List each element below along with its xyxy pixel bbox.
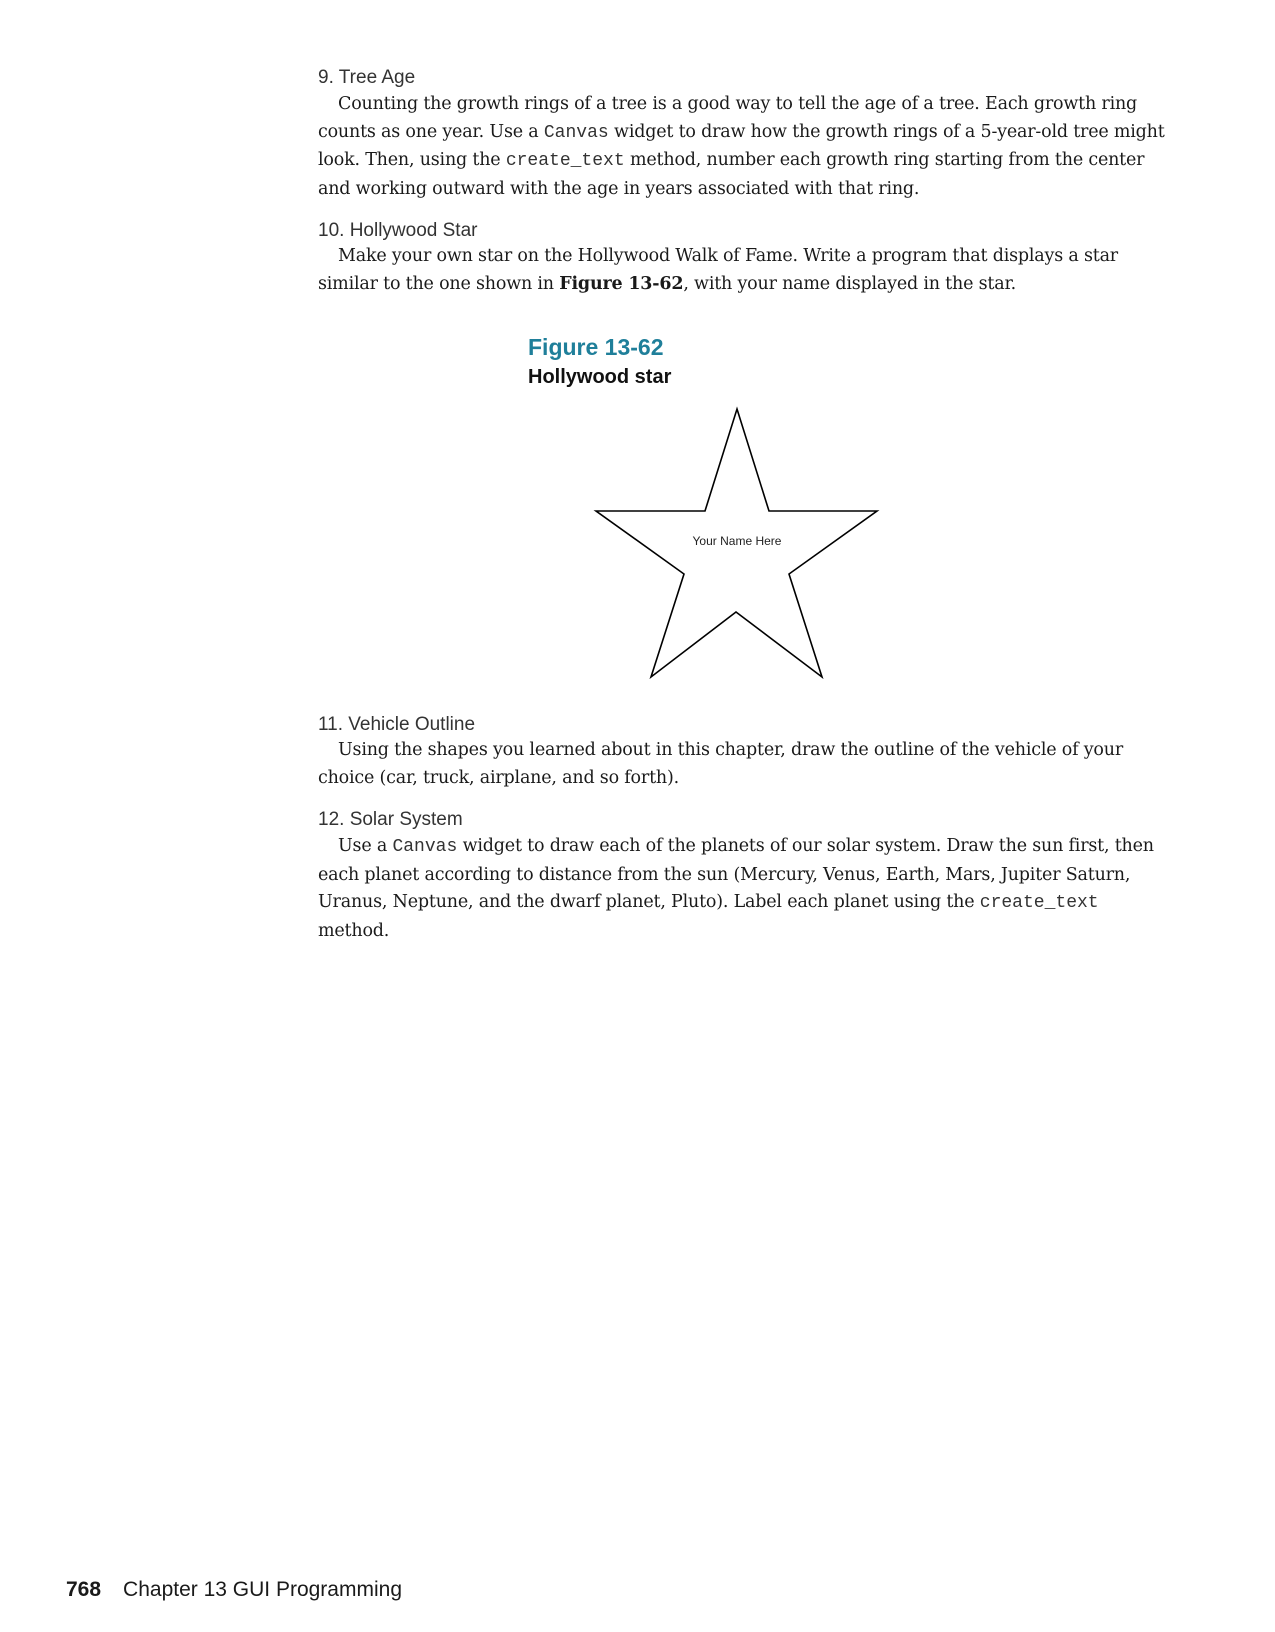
exercise-11-text: Using the shapes you learned about in th… — [318, 737, 1168, 792]
hollywood-star-figure: Your Name Here — [593, 406, 880, 680]
exercise-12-text: Use a Canvas widget to draw each of the … — [318, 833, 1168, 945]
star-name-text: Your Name Here — [693, 534, 782, 548]
exercise-10-title: 10. Hollywood Star — [318, 220, 478, 241]
exercise-9-text: Counting the growth rings of a tree is a… — [318, 91, 1168, 203]
figure-caption: Hollywood star — [528, 366, 672, 388]
exercise-10-text: Make your own star on the Hollywood Walk… — [318, 243, 1168, 298]
exercise-11-title: 11. Vehicle Outline — [318, 714, 476, 735]
page-footer: 768 Chapter 13 GUI Programming — [66, 1578, 402, 1602]
exercise-12-title: 12. Solar System — [318, 809, 463, 830]
exercise-12-code-create-text: create_text — [979, 893, 1099, 913]
exercise-9-code-canvas: Canvas — [543, 122, 609, 143]
exercise-10-text-part2: , with your name displayed in the star. — [683, 273, 1017, 294]
exercise-12-text-part1: Use a — [338, 836, 393, 856]
figure-label: Figure 13-62 — [528, 334, 664, 360]
page-number: 768 — [66, 1578, 102, 1601]
chapter-title: Chapter 13 GUI Programming — [123, 1578, 402, 1601]
exercise-9-code-create-text: create_text — [505, 151, 625, 171]
exercise-11-text-part1: Using the shapes you learned about in th… — [318, 740, 1123, 788]
exercise-12-text-part3: method. — [318, 920, 390, 941]
exercise-10-figure-ref: Figure 13-62 — [559, 273, 684, 294]
exercise-12-code-canvas: Canvas — [392, 837, 458, 857]
exercise-9-title: 9. Tree Age — [318, 67, 416, 88]
